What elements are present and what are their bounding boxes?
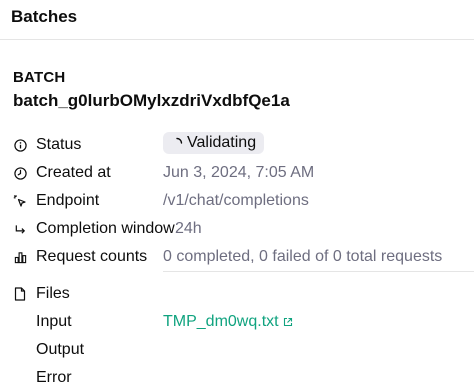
corner-arrow-icon xyxy=(13,222,27,236)
clock-icon xyxy=(13,166,27,180)
divider xyxy=(163,271,474,272)
info-circle-icon xyxy=(13,138,27,152)
error-label: Error xyxy=(36,369,72,386)
pointer-click-icon xyxy=(13,194,27,208)
endpoint-row: Endpoint /v1/chat/completions xyxy=(0,190,474,216)
completion-window-row: Completion window 24h xyxy=(0,218,474,244)
created-at-label: Created at xyxy=(36,164,111,181)
files-label: Files xyxy=(36,285,70,302)
input-file-link[interactable]: TMP_dm0wq.txt xyxy=(163,313,293,331)
spinner-icon xyxy=(176,137,183,144)
input-label: Input xyxy=(36,313,72,330)
top-bar: Batches xyxy=(0,0,474,40)
bar-chart-icon xyxy=(13,250,27,264)
file-icon xyxy=(13,287,27,301)
created-at-row: Created at Jun 3, 2024, 7:05 AM xyxy=(0,162,474,188)
batch-id: batch_g0lurbOMylxzdriVxdbfQe1a xyxy=(13,91,290,110)
completion-window-value: 24h xyxy=(175,220,202,237)
request-counts-label: Request counts xyxy=(36,248,148,265)
completion-window-label: Completion window xyxy=(36,220,175,237)
endpoint-label: Endpoint xyxy=(36,192,100,209)
output-label: Output xyxy=(36,341,85,358)
section-label: BATCH xyxy=(13,69,66,86)
status-value: Validating xyxy=(187,134,257,151)
page-title: Batches xyxy=(11,7,78,26)
request-counts-value: 0 completed, 0 failed of 0 total request… xyxy=(163,248,443,265)
status-badge: Validating xyxy=(163,132,265,154)
created-at-value: Jun 3, 2024, 7:05 AM xyxy=(163,164,315,181)
status-label: Status xyxy=(36,136,82,153)
request-counts-row: Request counts 0 completed, 0 failed of … xyxy=(0,246,474,272)
endpoint-value: /v1/chat/completions xyxy=(163,192,309,209)
input-file-name[interactable]: TMP_dm0wq.txt xyxy=(163,313,279,331)
files-row: Files xyxy=(0,283,474,309)
external-link-icon xyxy=(283,317,292,327)
status-row: Status Validating xyxy=(0,132,474,160)
